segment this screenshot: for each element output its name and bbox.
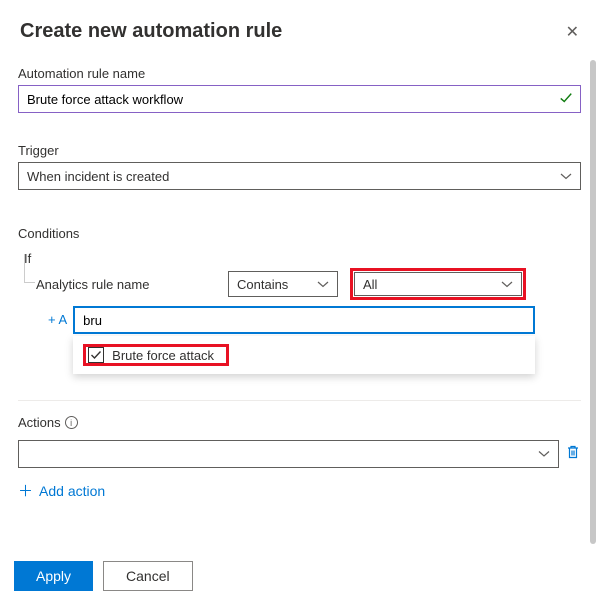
condition-dropdown: Brute force attack [73, 336, 535, 374]
condition-search-input[interactable] [73, 306, 535, 334]
action-select[interactable] [18, 440, 559, 468]
plus-icon: ＋ [18, 480, 33, 501]
divider [18, 400, 581, 401]
apply-button[interactable]: Apply [14, 561, 93, 591]
add-action-label: Add action [39, 483, 105, 499]
add-condition-link[interactable]: + A [48, 306, 67, 327]
option-label: Brute force attack [112, 348, 214, 363]
page-title: Create new automation rule [20, 20, 282, 43]
condition-field-label: Analytics rule name [36, 277, 216, 292]
chevron-down-icon [501, 277, 513, 292]
check-icon [559, 91, 573, 108]
conditions-label: Conditions [18, 226, 581, 241]
trash-icon[interactable] [565, 444, 581, 465]
conditions-if: If [24, 251, 581, 266]
trigger-select[interactable]: When incident is created [18, 162, 581, 190]
rule-name-label: Automation rule name [18, 66, 581, 81]
actions-label: Actions [18, 415, 61, 430]
condition-value: All [363, 277, 377, 292]
add-action-button[interactable]: ＋ Add action [18, 480, 581, 501]
trigger-value: When incident is created [27, 169, 169, 184]
option-checkbox[interactable] [88, 347, 104, 363]
condition-operator-value: Contains [237, 277, 288, 292]
trigger-label: Trigger [18, 143, 581, 158]
cancel-button[interactable]: Cancel [103, 561, 193, 591]
rule-name-input[interactable] [18, 85, 581, 113]
highlight-dropdown-option: Brute force attack [83, 344, 229, 366]
close-icon[interactable]: ✕ [566, 22, 579, 42]
info-icon[interactable]: i [65, 416, 78, 429]
condition-value-select[interactable]: All [354, 272, 522, 296]
chevron-down-icon [317, 277, 329, 292]
highlight-value-select: All [350, 268, 526, 300]
chevron-down-icon [538, 445, 550, 463]
chevron-down-icon [560, 169, 572, 184]
condition-operator-select[interactable]: Contains [228, 271, 338, 297]
